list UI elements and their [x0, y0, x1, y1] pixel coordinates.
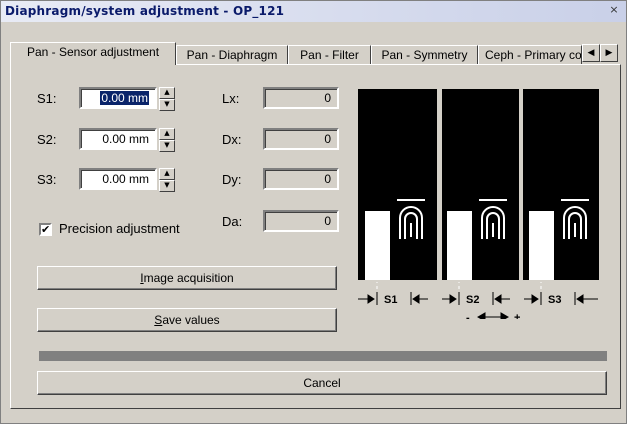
image-acquisition-button[interactable]: Image acquisition [37, 266, 337, 290]
window-title: Diaphragm/system adjustment - OP_121 [5, 4, 285, 18]
tab-strip: Pan - Sensor adjustment Pan - Diaphragm … [10, 42, 622, 65]
s1-input[interactable]: 0.00 mm [79, 87, 157, 109]
bar-s2 [447, 211, 472, 280]
s3-input[interactable]: 0.00 mm [79, 168, 157, 190]
label-s1: S1 [384, 294, 397, 306]
label-s2: S2 [466, 294, 479, 306]
s1-label: S1: [37, 91, 57, 106]
save-values-label: ave values [162, 313, 220, 327]
precision-label: Precision adjustment [59, 221, 180, 236]
bar-s3 [529, 211, 554, 280]
s3-spinner[interactable]: ▲ ▼ [159, 168, 175, 192]
s2-spinner[interactable]: ▲ ▼ [159, 128, 175, 152]
minus-label: - [466, 312, 470, 319]
precision-checkbox[interactable]: ✔ [39, 223, 52, 236]
cancel-button[interactable]: Cancel [37, 371, 607, 395]
sensor-diagram: S1 S2 S3 - + [358, 89, 599, 319]
tab-scroll-arrows: ◀ ▶ [582, 44, 618, 62]
scroll-right-icon[interactable]: ▶ [600, 44, 618, 62]
s3-label: S3: [37, 172, 57, 187]
tab-ceph-primary-collimator[interactable]: Ceph - Primary collimator [478, 45, 582, 64]
lx-label: Lx: [222, 91, 240, 106]
da-label: Da: [222, 214, 243, 229]
s1-value: 0.00 mm [100, 91, 149, 105]
bar-s1 [365, 211, 390, 280]
s2-input[interactable]: 0.00 mm [79, 128, 157, 150]
close-icon[interactable]: × [608, 4, 620, 16]
label-s3: S3 [548, 294, 561, 306]
dy-value: 0 [263, 168, 339, 190]
title-bar: Diaphragm/system adjustment - OP_121 × [1, 1, 626, 22]
dx-value: 0 [263, 128, 339, 150]
progress-bar [39, 351, 607, 361]
scroll-left-icon[interactable]: ◀ [582, 44, 600, 62]
tab-pan-filter[interactable]: Pan - Filter [288, 45, 371, 64]
image-acquisition-label: mage acquisition [143, 271, 234, 285]
s3-up-icon[interactable]: ▲ [159, 168, 175, 180]
s1-spinner[interactable]: ▲ ▼ [159, 87, 175, 111]
s3-down-icon[interactable]: ▼ [159, 180, 175, 192]
tab-pan-symmetry[interactable]: Pan - Symmetry [371, 45, 478, 64]
da-value: 0 [263, 210, 339, 232]
lx-value: 0 [263, 87, 339, 109]
dx-label: Dx: [222, 132, 242, 147]
s2-label: S2: [37, 132, 57, 147]
s1-down-icon[interactable]: ▼ [159, 99, 175, 111]
dy-label: Dy: [222, 172, 242, 187]
save-values-button[interactable]: Save values [37, 308, 337, 332]
dialog-window: Diaphragm/system adjustment - OP_121 × P… [0, 0, 627, 424]
s2-up-icon[interactable]: ▲ [159, 128, 175, 140]
tab-pan-diaphragm[interactable]: Pan - Diaphragm [176, 45, 288, 64]
s2-down-icon[interactable]: ▼ [159, 140, 175, 152]
plus-label: + [514, 312, 520, 319]
s1-up-icon[interactable]: ▲ [159, 87, 175, 99]
tab-pan-sensor-adjustment[interactable]: Pan - Sensor adjustment [10, 42, 176, 65]
